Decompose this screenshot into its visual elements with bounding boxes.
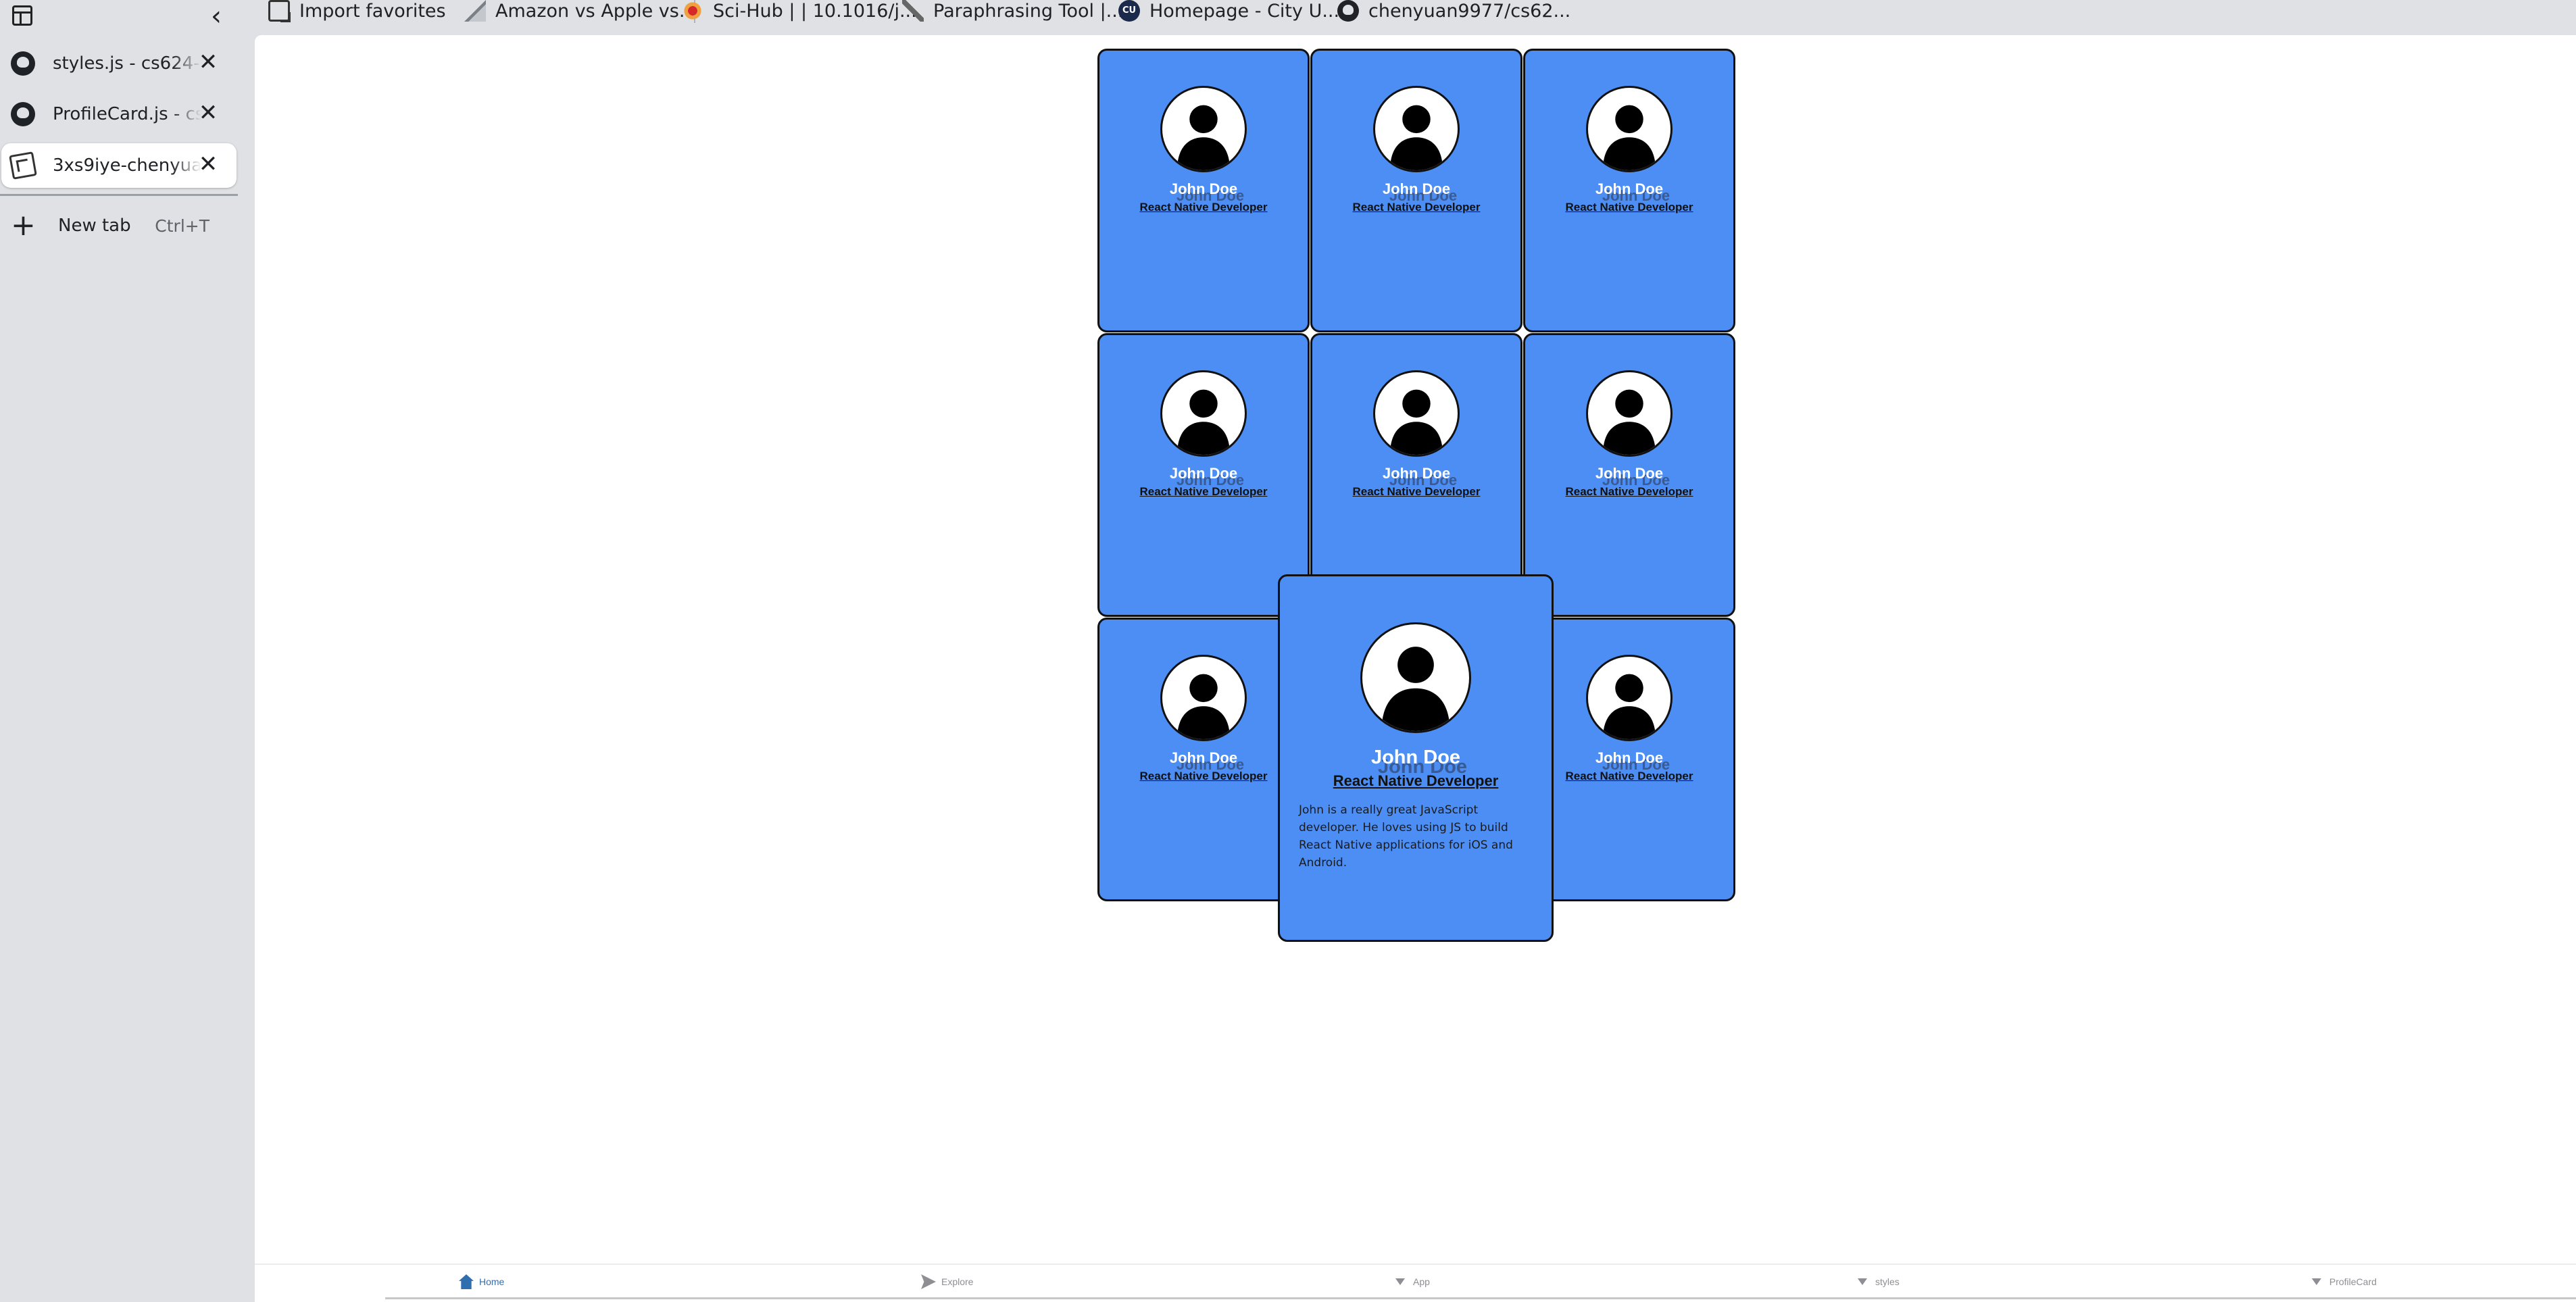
card-role: React Native Developer	[1333, 772, 1499, 789]
tab-title: styles.js - cs624-host	[53, 53, 201, 74]
card-name: John Doe	[1382, 465, 1451, 482]
tab-profilecard-js[interactable]: ProfileCard.js - cs624 ✕	[1, 92, 237, 136]
favorite-label: Paraphrasing Tool |...	[933, 0, 1124, 22]
scihub-favicon	[682, 0, 703, 22]
vertical-tab-sidebar: ‹ styles.js - cs624-host ✕ ProfileCard.j…	[0, 0, 255, 1302]
avatar-icon	[1373, 86, 1460, 172]
send-icon	[921, 1274, 936, 1289]
profile-card[interactable]: John Doe John Doe React Native Developer	[1523, 49, 1735, 332]
avatar-icon	[1586, 370, 1673, 457]
new-tab-button[interactable]: + New tab Ctrl+T	[11, 209, 234, 242]
sidebar-divider	[0, 194, 238, 196]
nav-label: styles	[1875, 1276, 1900, 1287]
close-icon[interactable]: ✕	[196, 50, 220, 74]
card-role: React Native Developer	[1352, 201, 1481, 214]
bottom-tab-bar: Home Explore App styles ProfileCard	[255, 1263, 2576, 1297]
favorite-amazon[interactable]: Amazon vs Apple vs...	[464, 0, 697, 22]
github-favicon	[1337, 0, 1359, 22]
profile-card[interactable]: John Doe John Doe React Native Developer	[1097, 333, 1310, 617]
card-role: React Native Developer	[1352, 485, 1481, 498]
nav-label: App	[1413, 1276, 1430, 1287]
card-description: John is a really great JavaScript develo…	[1299, 803, 1513, 870]
card-name: John Doe	[1169, 465, 1238, 482]
nav-app[interactable]: App	[1395, 1272, 1430, 1292]
avatar-icon	[1586, 86, 1673, 172]
card-role: React Native Developer	[1565, 485, 1693, 498]
amazon-favicon	[464, 0, 486, 22]
favorite-import[interactable]: Import favorites	[268, 0, 446, 22]
nav-label: Explore	[941, 1276, 974, 1287]
favorite-paraphrasing[interactable]: Paraphrasing Tool |...	[902, 0, 1123, 22]
nav-home[interactable]: Home	[459, 1272, 504, 1292]
favorite-cityu[interactable]: CU Homepage - City U...	[1118, 0, 1339, 22]
favorite-scihub[interactable]: Sci-Hub | | 10.1016/j...	[682, 0, 917, 22]
cityu-favicon: CU	[1118, 0, 1140, 22]
web-preview: John Doe John Doe React Native Developer…	[255, 35, 2576, 1302]
home-icon	[459, 1274, 474, 1289]
avatar-icon	[1360, 622, 1471, 733]
favorites-bar: Import favorites Amazon vs Apple vs... S…	[255, 0, 2576, 35]
paraphrasing-favicon	[902, 0, 924, 22]
github-icon	[11, 102, 35, 126]
card-role: React Native Developer	[1139, 770, 1268, 782]
card-name: John Doe	[1382, 180, 1451, 197]
caret-down-icon	[2312, 1278, 2321, 1285]
nav-label: ProfileCard	[2329, 1276, 2377, 1287]
card-role: React Native Developer	[1565, 201, 1693, 214]
nav-styles[interactable]: styles	[1858, 1272, 1900, 1292]
favorite-label: Amazon vs Apple vs...	[495, 0, 697, 22]
caret-down-icon	[1395, 1278, 1405, 1285]
favorite-github[interactable]: chenyuan9977/cs62...	[1337, 0, 1570, 22]
card-name: John Doe	[1595, 465, 1664, 482]
profile-card[interactable]: John Doe John Doe React Native Developer	[1310, 49, 1522, 332]
tab-styles-js[interactable]: styles.js - cs624-host ✕	[1, 41, 237, 86]
nav-profilecard[interactable]: ProfileCard	[2312, 1272, 2377, 1292]
tab-actions-menu-icon[interactable]	[12, 5, 32, 26]
new-tab-label: New tab	[58, 216, 131, 236]
card-name: John Doe	[1169, 180, 1238, 197]
profile-card-expanded[interactable]: John Doe John Doe React Native Developer…	[1278, 574, 1554, 942]
card-role: React Native Developer	[1139, 201, 1268, 214]
expo-snack-icon	[9, 151, 37, 180]
new-tab-shortcut: Ctrl+T	[155, 216, 209, 236]
collapse-sidebar-icon[interactable]: ‹	[204, 3, 228, 30]
window-bottom-edge	[385, 1297, 2576, 1299]
plus-icon: +	[11, 208, 36, 243]
caret-down-icon	[1858, 1278, 1867, 1285]
avatar-icon	[1160, 655, 1247, 741]
favorite-label: chenyuan9977/cs62...	[1368, 0, 1571, 22]
import-favorites-icon	[268, 0, 291, 22]
avatar-icon	[1586, 655, 1673, 741]
tab-expo-snack[interactable]: 3xs9iye-chenyuan9977 ✕	[1, 143, 237, 188]
profile-card[interactable]: John Doe John Doe React Native Developer	[1523, 333, 1735, 617]
nav-explore[interactable]: Explore	[921, 1272, 973, 1292]
tab-title: ProfileCard.js - cs624	[53, 104, 201, 124]
close-icon[interactable]: ✕	[196, 101, 220, 125]
nav-label: Home	[479, 1276, 505, 1287]
avatar-icon	[1373, 370, 1460, 457]
profile-card[interactable]: John Doe John Doe React Native Developer	[1097, 49, 1310, 332]
card-role: React Native Developer	[1139, 485, 1268, 498]
favorite-label: Import favorites	[299, 0, 446, 22]
avatar-icon	[1160, 370, 1247, 457]
card-name: John Doe	[1595, 180, 1664, 197]
github-icon	[11, 51, 35, 76]
card-name: John Doe	[1169, 749, 1238, 766]
tab-title: 3xs9iye-chenyuan9977	[53, 155, 201, 176]
favorite-label: Homepage - City U...	[1149, 0, 1340, 22]
close-icon[interactable]: ✕	[196, 152, 220, 176]
favorite-label: Sci-Hub | | 10.1016/j...	[713, 0, 917, 22]
avatar-icon	[1160, 86, 1247, 172]
card-name: John Doe	[1370, 747, 1461, 768]
